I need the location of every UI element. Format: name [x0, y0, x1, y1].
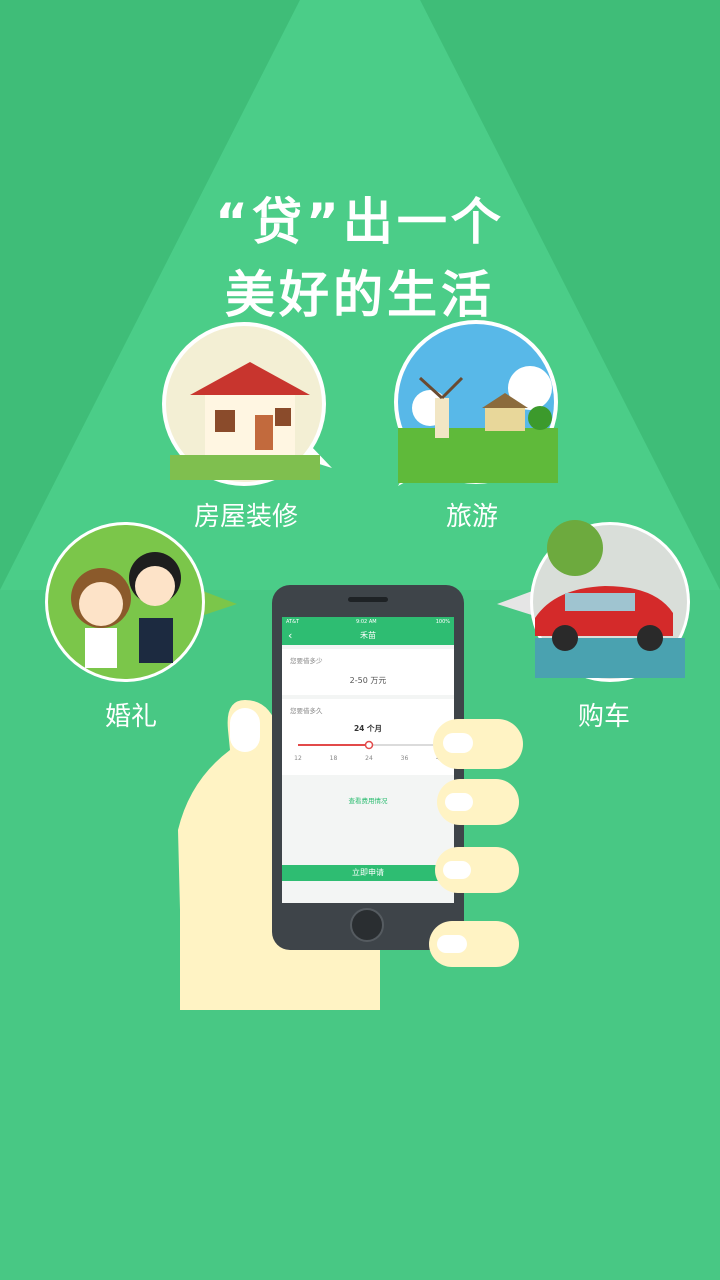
term-slider[interactable] — [294, 739, 444, 751]
status-bar: AT&T 9:02 AM 100% — [282, 617, 454, 627]
term-tick-36: 36 — [400, 755, 409, 762]
travel-windmill-icon[interactable] — [390, 318, 560, 493]
status-battery: 100% — [435, 619, 450, 625]
term-tick-18: 18 — [329, 755, 338, 762]
status-carrier: AT&T — [286, 619, 300, 625]
hand-fingers — [429, 719, 523, 967]
phone-home-button — [350, 908, 384, 942]
slider-knob[interactable] — [364, 740, 374, 750]
category-label-car: 购车 — [577, 702, 630, 732]
app-title: 禾苗 — [360, 631, 376, 640]
amount-card: 您要借多少 2-50 万元 — [282, 649, 454, 695]
phone-speaker — [348, 597, 388, 602]
term-tick-12: 12 — [294, 755, 302, 762]
term-tick-24: 24 — [365, 755, 373, 762]
headline-line-1: “贷”出一个 — [215, 193, 505, 251]
thumb-nail — [230, 708, 260, 752]
amount-range: 2-50 万元 — [349, 676, 387, 685]
house-decoration-icon[interactable] — [160, 320, 335, 495]
amount-question: 您要借多少 — [290, 657, 323, 665]
term-question: 您要借多久 — [290, 707, 323, 715]
headline-line-2: 美好的生活 — [225, 266, 495, 324]
status-time: 9:02 AM — [356, 619, 377, 625]
back-chevron-icon[interactable]: ‹ — [288, 627, 292, 645]
app-nav-bar: ‹ 禾苗 — [282, 627, 454, 645]
